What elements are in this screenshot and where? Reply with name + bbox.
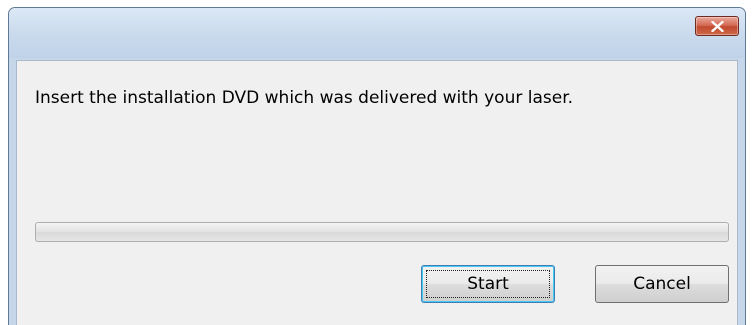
title-bar[interactable] bbox=[9, 8, 745, 58]
close-x-icon bbox=[711, 21, 724, 32]
close-button[interactable] bbox=[695, 16, 739, 36]
cancel-button-label: Cancel bbox=[633, 274, 691, 294]
progress-bar bbox=[35, 222, 729, 242]
start-button[interactable]: Start bbox=[421, 265, 555, 303]
dialog-window: Insert the installation DVD which was de… bbox=[8, 7, 746, 325]
dialog-client-area: Insert the installation DVD which was de… bbox=[16, 60, 738, 325]
dialog-message: Insert the installation DVD which was de… bbox=[35, 88, 574, 108]
cancel-button[interactable]: Cancel bbox=[595, 265, 729, 303]
focus-rectangle bbox=[426, 270, 550, 298]
